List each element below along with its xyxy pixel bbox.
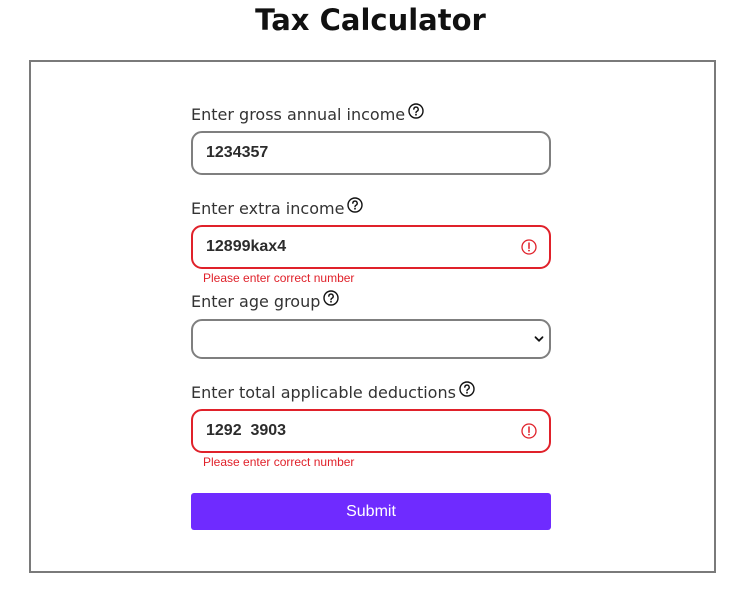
gross-income-value[interactable]: 1234357	[193, 144, 549, 162]
help-icon[interactable]	[459, 381, 475, 397]
help-icon[interactable]	[347, 197, 364, 213]
deductions-value[interactable]: 1292 3903	[193, 422, 521, 440]
gross-income-input[interactable]: 1234357	[191, 131, 551, 175]
gross-income-label: Enter gross annual income	[191, 104, 406, 124]
extra-income-label: Enter extra income	[191, 198, 345, 218]
age-group-label-row: Enter age group	[191, 290, 340, 312]
page-title: Tax Calculator	[255, 3, 486, 37]
extra-income-label-row: Enter extra income	[191, 197, 364, 219]
extra-income-error: Please enter correct number	[203, 271, 355, 285]
extra-income-input[interactable]: 12899kax4	[191, 225, 551, 269]
deductions-label-row: Enter total applicable deductions	[191, 381, 475, 403]
deductions-input[interactable]: 1292 3903	[191, 409, 551, 453]
deductions-error: Please enter correct number	[203, 455, 355, 469]
chevron-down-icon[interactable]	[533, 333, 545, 345]
error-icon	[521, 423, 537, 439]
extra-income-value[interactable]: 12899kax4	[193, 238, 521, 256]
submit-button[interactable]: Submit	[191, 493, 551, 530]
help-icon[interactable]	[408, 103, 424, 119]
gross-income-label-row: Enter gross annual income	[191, 103, 424, 125]
deductions-label: Enter total applicable deductions	[191, 382, 456, 402]
help-icon[interactable]	[323, 290, 340, 306]
age-group-select[interactable]	[191, 319, 551, 359]
age-group-label: Enter age group	[191, 291, 321, 311]
error-icon	[521, 239, 537, 255]
